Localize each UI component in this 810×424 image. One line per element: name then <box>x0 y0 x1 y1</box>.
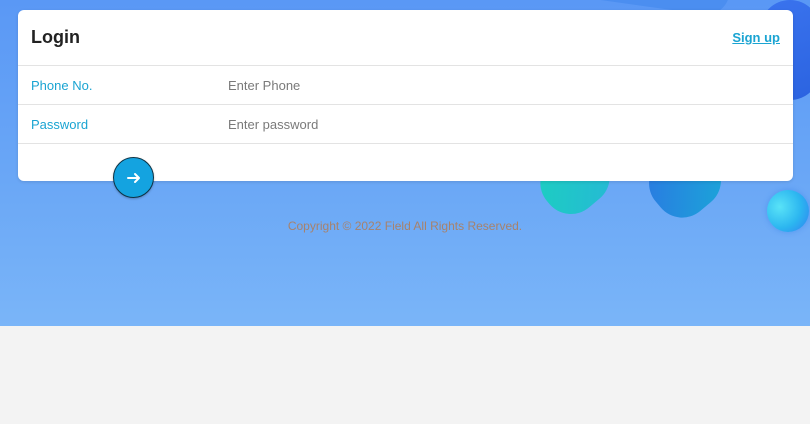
login-card: Login Sign up Phone No. Password <box>18 10 793 181</box>
hero-background: Login Sign up Phone No. Password Copyrig… <box>0 0 810 326</box>
login-submit-button[interactable] <box>113 157 154 198</box>
arrow-right-icon <box>126 172 140 183</box>
login-card-header: Login Sign up <box>18 10 793 66</box>
page-title: Login <box>31 27 80 47</box>
phone-label: Phone No. <box>31 77 93 93</box>
password-label: Password <box>31 116 89 132</box>
copyright-text: Copyright © 2022 Field All Rights Reserv… <box>287 219 523 233</box>
phone-input[interactable] <box>228 70 748 100</box>
password-row: Password <box>18 105 793 144</box>
password-input[interactable] <box>228 109 748 139</box>
signup-link[interactable]: Sign up <box>732 30 780 45</box>
phone-row: Phone No. <box>18 66 793 105</box>
